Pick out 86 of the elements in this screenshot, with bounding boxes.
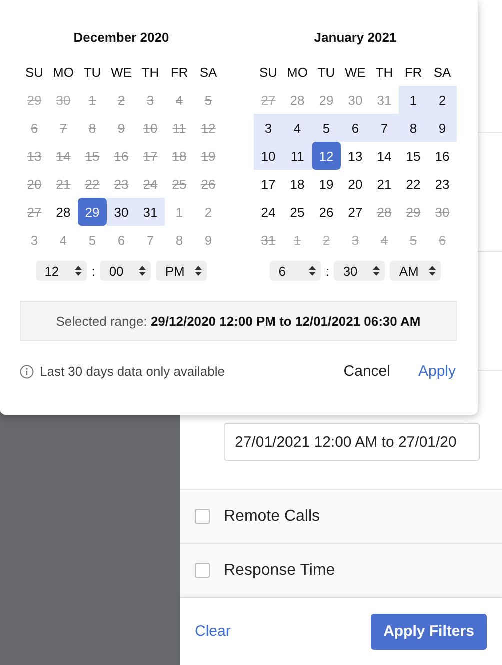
- meridiem-select[interactable]: AM: [390, 261, 442, 281]
- calendar-day[interactable]: 31: [136, 198, 165, 226]
- calendar-day[interactable]: 1: [399, 86, 428, 114]
- calendar-day[interactable]: 7: [370, 114, 399, 142]
- checkbox[interactable]: [195, 509, 210, 524]
- calendar-day[interactable]: 1: [165, 198, 194, 226]
- option-label: Remote Calls: [224, 508, 320, 526]
- calendar-day[interactable]: 16: [428, 142, 457, 170]
- time-separator: :: [326, 264, 330, 278]
- calendar-day[interactable]: 10: [254, 142, 283, 170]
- calendar-day[interactable]: 11: [283, 142, 312, 170]
- apply-filters-button[interactable]: Apply Filters: [371, 614, 487, 650]
- calendar-day[interactable]: 3: [20, 226, 49, 254]
- hour-select[interactable]: 12: [36, 261, 87, 281]
- calendar-day[interactable]: 5: [78, 226, 107, 254]
- calendar-day[interactable]: 12: [312, 142, 341, 170]
- calendar-day[interactable]: 4: [283, 114, 312, 142]
- clear-button[interactable]: Clear: [195, 623, 231, 640]
- minute-select[interactable]: 00: [100, 261, 152, 281]
- weekday-label: SA: [198, 64, 218, 82]
- weekday-label: TU: [82, 64, 102, 82]
- calendar-day[interactable]: 30: [341, 86, 370, 114]
- calendar-day[interactable]: 17: [254, 170, 283, 198]
- selected-range: Selected range: 29/12/2020 12:00 PM to 12/01/2021 06:30 AM: [20, 301, 457, 341]
- calendar-day[interactable]: 20: [341, 170, 370, 198]
- calendar-day[interactable]: 14: [370, 142, 399, 170]
- calendar-day[interactable]: 5: [312, 114, 341, 142]
- minute-select[interactable]: 30: [334, 261, 386, 281]
- calendar-day[interactable]: 15: [399, 142, 428, 170]
- option-label: Response Time: [224, 562, 336, 580]
- calendar-day[interactable]: 6: [107, 226, 136, 254]
- weekday-label: SA: [432, 64, 452, 82]
- calendar-day[interactable]: 9: [428, 114, 457, 142]
- calendar-day[interactable]: 2: [194, 198, 223, 226]
- calendar-day[interactable]: 22: [399, 170, 428, 198]
- weekday-label: SU: [258, 64, 279, 82]
- time-separator: :: [92, 264, 96, 278]
- calendar-day[interactable]: 18: [283, 170, 312, 198]
- weekday-label: FR: [404, 64, 424, 82]
- calendar-day[interactable]: 28: [49, 198, 78, 226]
- up-down-arrows-icon: [139, 266, 146, 276]
- weekday-label: WE: [344, 64, 367, 82]
- calendar-day[interactable]: 4: [49, 226, 78, 254]
- up-down-arrows-icon: [373, 266, 380, 276]
- weekday-label: SU: [24, 64, 45, 82]
- weekday-label: WE: [110, 64, 133, 82]
- cancel-button[interactable]: Cancel: [344, 363, 390, 380]
- calendar-day[interactable]: 23: [428, 170, 457, 198]
- calendar-day[interactable]: 8: [399, 114, 428, 142]
- calendar-day[interactable]: 2: [428, 86, 457, 114]
- calendar-day[interactable]: 21: [370, 170, 399, 198]
- calendar-day[interactable]: 25: [283, 198, 312, 226]
- calendar-day[interactable]: 9: [194, 226, 223, 254]
- calendar-day[interactable]: 24: [254, 198, 283, 226]
- calendar-day[interactable]: 29: [78, 198, 107, 226]
- up-down-arrows-icon: [429, 266, 436, 276]
- up-down-arrows-icon: [74, 266, 82, 276]
- weekday-label: TH: [140, 64, 160, 82]
- calendar-day[interactable]: 19: [312, 170, 341, 198]
- weekday-label: MO: [286, 64, 309, 82]
- weekday-label: FR: [170, 64, 190, 82]
- calendar-day[interactable]: 27: [341, 198, 370, 226]
- info-icon: [20, 364, 34, 378]
- hour-select[interactable]: 6: [270, 261, 321, 281]
- meridiem-select[interactable]: PM: [156, 261, 208, 281]
- checkbox[interactable]: [195, 563, 210, 578]
- calendar-day[interactable]: 26: [312, 198, 341, 226]
- calendar-day[interactable]: 6: [341, 114, 370, 142]
- calendar-day[interactable]: 7: [136, 226, 165, 254]
- calendar-day[interactable]: 29: [312, 86, 341, 114]
- up-down-arrows-icon: [195, 266, 202, 276]
- calendar-day[interactable]: 28: [283, 86, 312, 114]
- weekday-label: TU: [316, 64, 336, 82]
- up-down-arrows-icon: [308, 266, 316, 276]
- date-range-field[interactable]: 27/01/2021 12:00 AM to 27/01/20: [224, 423, 480, 461]
- calendar-day[interactable]: 31: [370, 86, 399, 114]
- calendar-day[interactable]: 8: [165, 226, 194, 254]
- month-title: December 2020: [74, 30, 170, 47]
- calendar-day[interactable]: 3: [254, 114, 283, 142]
- availability-note: Last 30 days data only available: [40, 364, 226, 379]
- weekday-label: MO: [52, 64, 75, 82]
- apply-button[interactable]: Apply: [418, 363, 456, 380]
- calendar-day[interactable]: 13: [341, 142, 370, 170]
- month-title: January 2021: [314, 30, 397, 47]
- calendar-day[interactable]: 30: [107, 198, 136, 226]
- weekday-label: TH: [374, 64, 394, 82]
